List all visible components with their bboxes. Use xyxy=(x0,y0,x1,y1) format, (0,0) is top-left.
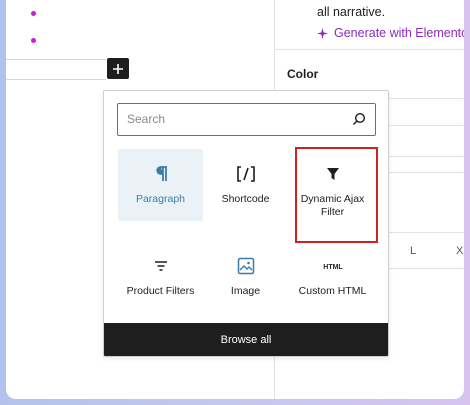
bullet-dot xyxy=(31,38,36,43)
block-label: Shortcode xyxy=(221,193,270,205)
search-icon[interactable] xyxy=(352,112,366,126)
add-block-button[interactable] xyxy=(107,58,129,79)
block-label: Product Filters xyxy=(126,285,195,297)
panel-separator xyxy=(389,268,464,269)
panel-separator xyxy=(389,156,464,157)
narrative-text: all narrative. xyxy=(317,5,386,19)
image-icon xyxy=(237,255,255,277)
size-option-x[interactable]: X xyxy=(456,245,463,257)
block-label: Image xyxy=(230,285,261,297)
block-label: Dynamic Ajax Filter xyxy=(300,193,365,218)
block-product-filters[interactable]: Product Filters xyxy=(118,241,203,313)
panel-separator xyxy=(389,172,464,173)
shortcode-icon xyxy=(236,163,255,185)
block-search xyxy=(117,103,376,136)
html-icon: HTML xyxy=(322,255,344,277)
block-dynamic-ajax-filter[interactable]: Dynamic Ajax Filter xyxy=(290,149,375,221)
filter-lines-icon xyxy=(154,255,168,277)
funnel-icon xyxy=(326,163,340,185)
block-label: Paragraph xyxy=(135,193,186,205)
color-section-label: Color xyxy=(287,67,319,81)
generate-ai-link[interactable]: Generate with Elementor AI xyxy=(317,26,464,40)
browse-all-button[interactable]: Browse all xyxy=(104,323,388,356)
paragraph-icon xyxy=(154,163,168,185)
plus-icon xyxy=(113,63,123,74)
sparkle-icon xyxy=(317,27,328,39)
block-label: Custom HTML xyxy=(298,285,367,297)
block-paragraph[interactable]: Paragraph xyxy=(118,149,203,221)
block-placeholder[interactable] xyxy=(6,59,106,80)
panel-separator xyxy=(389,232,464,233)
block-inserter-popover: Paragraph Shortcode Dynamic Ajax Filter … xyxy=(103,90,389,357)
bullet-dot xyxy=(31,11,36,16)
block-custom-html[interactable]: HTML Custom HTML xyxy=(290,241,375,313)
search-input[interactable] xyxy=(118,104,338,134)
generate-ai-label: Generate with Elementor AI xyxy=(334,26,464,40)
panel-separator xyxy=(389,98,464,99)
size-option-l[interactable]: L xyxy=(410,245,416,257)
panel-separator xyxy=(389,125,464,126)
block-image[interactable]: Image xyxy=(203,241,288,313)
block-shortcode[interactable]: Shortcode xyxy=(203,149,288,221)
panel-separator xyxy=(274,49,464,50)
svg-text:HTML: HTML xyxy=(323,264,343,271)
